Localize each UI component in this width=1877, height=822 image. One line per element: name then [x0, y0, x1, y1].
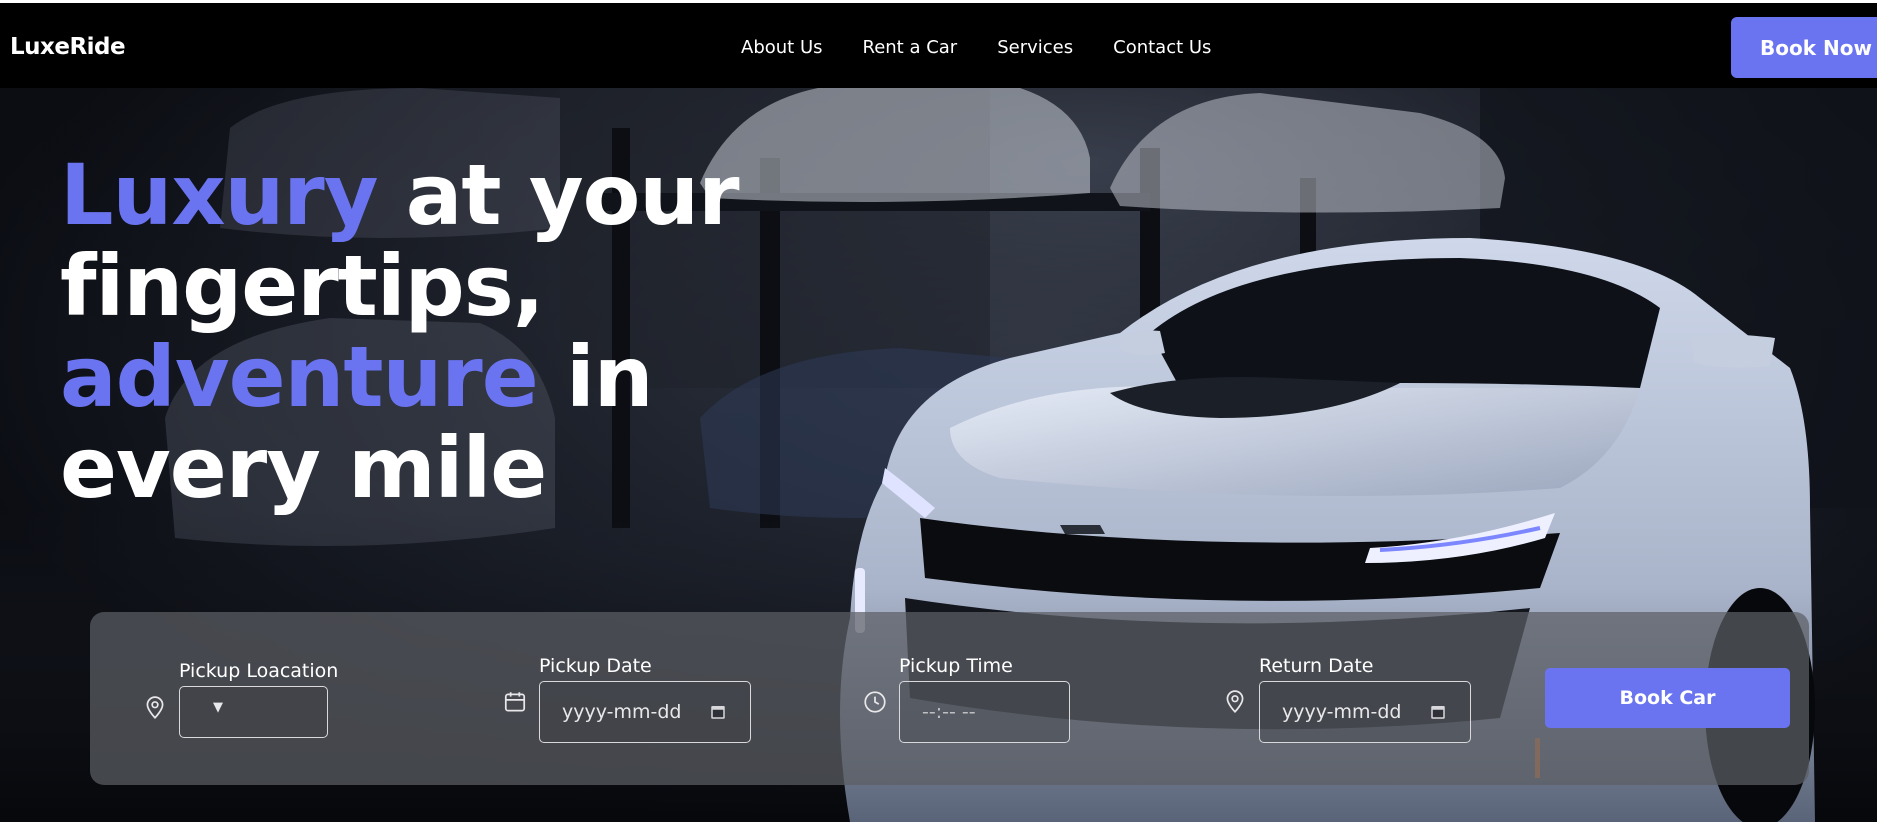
calendar-icon — [504, 692, 526, 712]
pickup-time-label: Pickup Time — [899, 655, 1013, 677]
pickup-location-label: Pickup Loacation — [179, 660, 339, 682]
return-date-placeholder: yyyy-mm-dd — [1282, 701, 1402, 723]
headline-accent-adventure: adventure — [60, 328, 539, 426]
nav-services[interactable]: Services — [997, 37, 1073, 58]
logo[interactable]: LuxeRide — [10, 34, 126, 60]
pickup-date-input[interactable]: yyyy-mm-dd — [539, 681, 751, 743]
map-pin-icon — [146, 696, 164, 719]
map-pin-icon — [1226, 690, 1244, 713]
pickup-date-placeholder: yyyy-mm-dd — [562, 701, 682, 723]
book-car-button[interactable]: Book Car — [1545, 668, 1790, 728]
pickup-location-select[interactable]: ▼ — [179, 686, 328, 738]
headline-accent-luxury: Luxury — [60, 146, 378, 244]
return-date-field: Return Date yyyy-mm-dd — [1222, 655, 1472, 750]
nav-contact-us[interactable]: Contact Us — [1113, 37, 1211, 58]
calendar-picker-icon[interactable] — [1429, 703, 1447, 721]
nav-links: About Us Rent a Car Services Contact Us — [741, 37, 1211, 58]
pickup-location-field: Pickup Loacation ▼ — [142, 660, 342, 750]
pickup-date-label: Pickup Date — [539, 655, 652, 677]
pickup-time-input[interactable]: --:-- -- — [899, 681, 1070, 743]
return-date-label: Return Date — [1259, 655, 1374, 677]
return-date-input[interactable]: yyyy-mm-dd — [1259, 681, 1471, 743]
calendar-picker-icon[interactable] — [709, 703, 727, 721]
chevron-down-icon: ▼ — [213, 700, 223, 715]
hero-section: Luxury at your fingertips, adventure in e… — [0, 88, 1877, 822]
pickup-date-field: Pickup Date yyyy-mm-dd — [502, 655, 752, 750]
nav-rent-a-car[interactable]: Rent a Car — [863, 37, 958, 58]
booking-form: Pickup Loacation ▼ Pickup Date yyyy-mm-d… — [90, 612, 1809, 785]
book-now-button[interactable]: Book Now — [1731, 17, 1877, 78]
hero-headline: Luxury at your fingertips, adventure in e… — [60, 150, 820, 514]
pickup-time-field: Pickup Time --:-- -- — [862, 655, 1112, 750]
nav-about-us[interactable]: About Us — [741, 37, 823, 58]
navbar: LuxeRide About Us Rent a Car Services Co… — [0, 3, 1877, 88]
clock-icon — [864, 691, 886, 713]
pickup-time-placeholder: --:-- -- — [922, 701, 976, 723]
